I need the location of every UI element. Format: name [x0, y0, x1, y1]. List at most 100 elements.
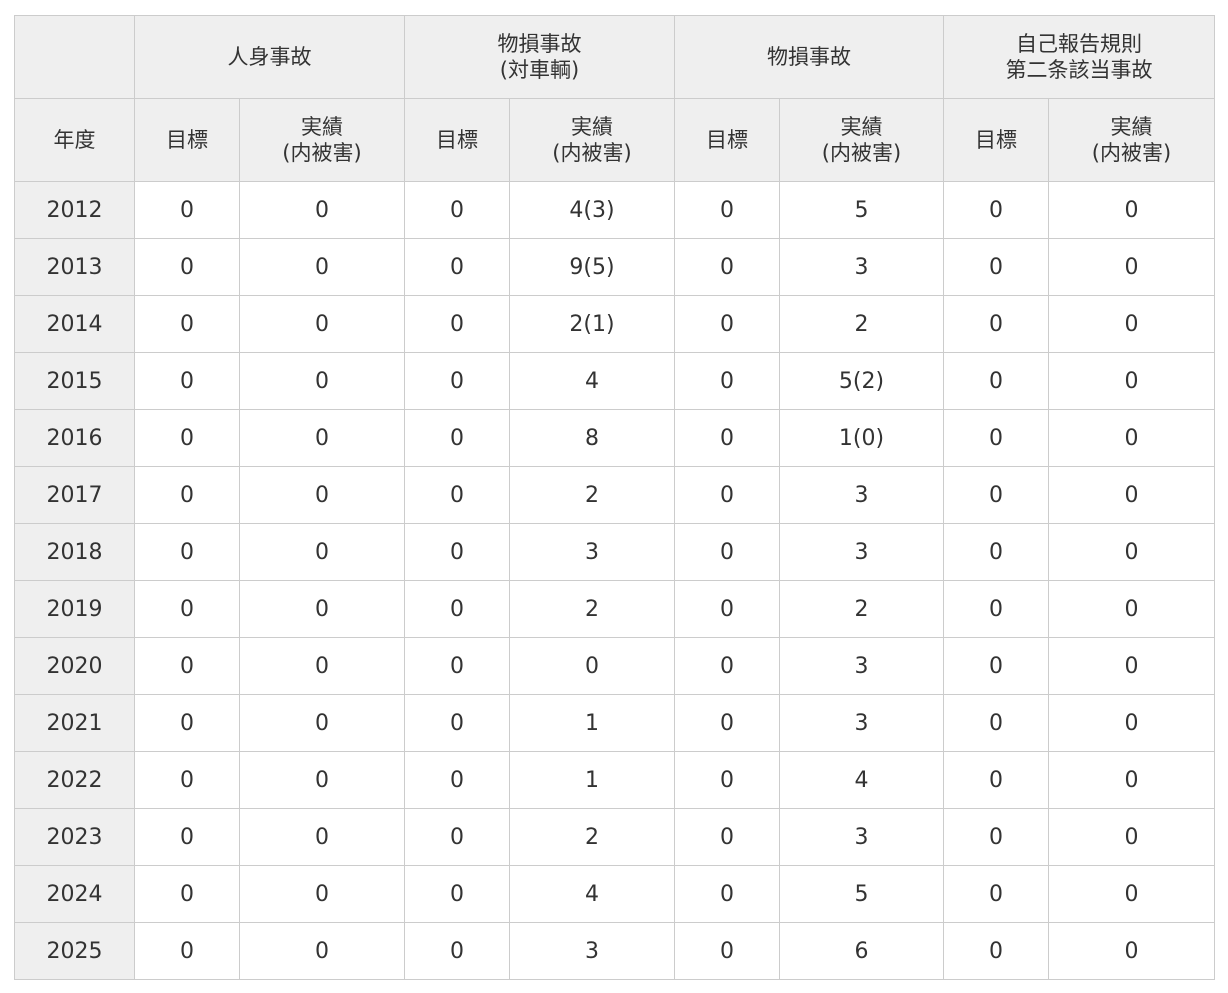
table-cell: 0: [674, 808, 780, 866]
year-cell: 2018: [14, 523, 135, 581]
table-cell: 2: [779, 295, 944, 353]
table-row: 2016 0 0 0 8 0 1(0) 0 0: [14, 409, 1215, 467]
table-cell: 0: [239, 865, 405, 923]
table-cell: 0: [134, 922, 240, 980]
year-cell: 2025: [14, 922, 135, 980]
table-cell: 0: [404, 808, 510, 866]
table-row: 2020 0 0 0 0 0 3 0 0: [14, 637, 1215, 695]
table-cell: 0: [943, 580, 1049, 638]
table-cell: 0: [239, 751, 405, 809]
table-cell: 0: [404, 409, 510, 467]
year-cell: 2015: [14, 352, 135, 410]
table-cell: 3: [779, 694, 944, 752]
actual-header: 実績 (内被害): [779, 98, 944, 182]
table-cell: 3: [509, 523, 675, 581]
table-cell: 0: [943, 466, 1049, 524]
table-cell: 0: [404, 751, 510, 809]
table-cell: 0: [674, 523, 780, 581]
corner-cell: [14, 15, 135, 99]
table-cell: 2: [509, 808, 675, 866]
actual-header-line: 実績: [301, 115, 343, 139]
table-cell: 0: [239, 181, 405, 239]
table-cell: 0: [239, 694, 405, 752]
table-cell: 0: [134, 637, 240, 695]
table-cell: 3: [509, 922, 675, 980]
table-cell: 0: [404, 523, 510, 581]
table-cell: 0: [674, 865, 780, 923]
year-cell: 2014: [14, 295, 135, 353]
table-cell: 0: [134, 466, 240, 524]
table-cell: 0: [1048, 922, 1215, 980]
table-row: 2019 0 0 0 2 0 2 0 0: [14, 580, 1215, 638]
table-cell: 0: [404, 238, 510, 296]
table-cell: 0: [1048, 808, 1215, 866]
table-cell: 0: [239, 637, 405, 695]
table-cell: 0: [239, 238, 405, 296]
table-cell: 8: [509, 409, 675, 467]
table-cell: 0: [1048, 238, 1215, 296]
table-cell: 0: [1048, 580, 1215, 638]
table-cell: 4: [779, 751, 944, 809]
table-cell: 0: [239, 523, 405, 581]
table-cell: 5(2): [779, 352, 944, 410]
table-cell: 0: [1048, 637, 1215, 695]
table-cell: 3: [779, 808, 944, 866]
table-cell: 0: [943, 352, 1049, 410]
year-header: 年度: [14, 98, 135, 182]
actual-header-line: 実績: [571, 115, 613, 139]
table-cell: 0: [674, 694, 780, 752]
table-cell: 0: [509, 637, 675, 695]
table-cell: 0: [239, 580, 405, 638]
table-cell: 0: [239, 808, 405, 866]
table-cell: 0: [674, 751, 780, 809]
actual-header-line: (内被害): [552, 141, 632, 165]
table-cell: 0: [1048, 751, 1215, 809]
table-cell: 0: [943, 694, 1049, 752]
table-cell: 0: [239, 409, 405, 467]
table-row: 2022 0 0 0 1 0 4 0 0: [14, 751, 1215, 809]
table-cell: 0: [674, 409, 780, 467]
table-cell: 0: [1048, 466, 1215, 524]
table-cell: 0: [134, 352, 240, 410]
group-header-line: 物損事故: [497, 32, 582, 56]
table-cell: 0: [134, 295, 240, 353]
table-cell: 0: [943, 865, 1049, 923]
table-cell: 0: [943, 181, 1049, 239]
table-cell: 3: [779, 637, 944, 695]
table-cell: 0: [1048, 865, 1215, 923]
table-cell: 0: [134, 694, 240, 752]
table-cell: 0: [134, 808, 240, 866]
table-cell: 0: [134, 865, 240, 923]
table-cell: 4: [509, 865, 675, 923]
actual-header-line: 実績: [1110, 115, 1153, 139]
table-cell: 0: [404, 181, 510, 239]
table-cell: 0: [404, 637, 510, 695]
table-cell: 3: [779, 523, 944, 581]
group-header-property-damage: 物損事故: [674, 15, 944, 99]
table-cell: 0: [1048, 295, 1215, 353]
table-cell: 0: [674, 238, 780, 296]
table-cell: 0: [1048, 694, 1215, 752]
table-cell: 6: [779, 922, 944, 980]
table-row: 2013 0 0 0 9(5) 0 3 0 0: [14, 238, 1215, 296]
table-row: 2023 0 0 0 2 0 3 0 0: [14, 808, 1215, 866]
table-cell: 1: [509, 751, 675, 809]
actual-header-line: 実績: [840, 115, 883, 139]
table-cell: 1: [509, 694, 675, 752]
table-cell: 0: [404, 922, 510, 980]
table-cell: 5: [779, 865, 944, 923]
year-cell: 2020: [14, 637, 135, 695]
table-cell: 0: [134, 238, 240, 296]
group-header-self-report: 自己報告規則 第二条該当事故: [943, 15, 1215, 99]
sub-header-row: 年度 目標 実績 (内被害) 目標 実績 (内被害) 目標 実績 (内被害) 目…: [14, 98, 1215, 182]
actual-header-line: (内被害): [1091, 141, 1172, 165]
table-cell: 0: [239, 295, 405, 353]
table-cell: 0: [943, 808, 1049, 866]
table-cell: 0: [134, 580, 240, 638]
table-cell: 0: [239, 922, 405, 980]
table-cell: 0: [1048, 181, 1215, 239]
table-cell: 0: [404, 295, 510, 353]
table-cell: 0: [943, 751, 1049, 809]
table-cell: 0: [674, 922, 780, 980]
table-cell: 0: [943, 922, 1049, 980]
